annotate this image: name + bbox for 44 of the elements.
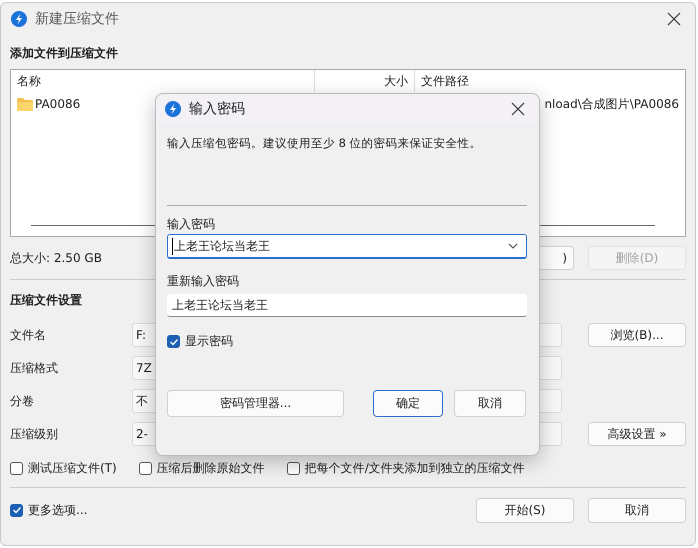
check-icon xyxy=(168,336,178,346)
file-name: PA0086 xyxy=(35,97,80,111)
file-path: nload\合成图片\PA0086 xyxy=(544,96,679,112)
field-label: 输入密码 xyxy=(167,216,215,233)
column-header[interactable]: 大小 xyxy=(315,70,415,92)
dialog-title: 输入密码 xyxy=(189,100,246,118)
footer-button[interactable]: 开始(S) xyxy=(476,498,574,522)
setting-button[interactable]: 浏览(B)... xyxy=(588,323,686,347)
footer-button[interactable]: 取消 xyxy=(588,498,686,522)
setting-label: 文件名 xyxy=(10,326,47,344)
total-size: 总大小: 2.50 GB xyxy=(10,250,103,266)
password-combobox[interactable]: 上老王论坛当老王 xyxy=(167,234,527,259)
checkbox-label: 把每个文件/文件夹添加到独立的压缩文件 xyxy=(304,460,525,476)
folder-icon xyxy=(17,98,33,110)
dialog-button[interactable]: 确定 xyxy=(373,390,443,417)
app-icon xyxy=(165,101,181,117)
checkbox-label: 测试压缩文件(T) xyxy=(28,460,117,476)
checkbox[interactable] xyxy=(10,462,23,474)
close-icon xyxy=(511,102,525,116)
checkbox[interactable] xyxy=(167,335,180,348)
field-label: 重新输入密码 xyxy=(167,273,239,290)
setting-label: 压缩级别 xyxy=(10,426,59,442)
setting-label: 分卷 xyxy=(10,392,35,410)
password-field[interactable]: 上老王论坛当老王 xyxy=(167,294,527,317)
dialog-description: 输入压缩包密码。建议使用至少 8 位的密码来保证安全性。 xyxy=(167,136,482,152)
app-icon xyxy=(11,11,27,27)
checkbox[interactable] xyxy=(10,504,23,516)
chevron-down-icon xyxy=(508,243,518,249)
window-title: 新建压缩文件 xyxy=(35,10,120,28)
checkbox[interactable] xyxy=(286,462,300,474)
section-heading: 压缩文件设置 xyxy=(10,292,82,309)
check-icon xyxy=(12,505,22,515)
setting-button[interactable]: 高级设置 » xyxy=(588,422,686,446)
checkbox[interactable] xyxy=(138,462,152,474)
checkbox-label: 压缩后删除原始文件 xyxy=(156,460,265,476)
setting-label: 压缩格式 xyxy=(10,360,59,376)
column-header[interactable]: 文件路径 xyxy=(415,70,685,92)
column-header[interactable]: 名称 xyxy=(11,70,315,92)
close-icon xyxy=(667,12,681,26)
section-heading: 添加文件到压缩文件 xyxy=(10,45,118,62)
dialog-button[interactable]: 密码管理器... xyxy=(167,390,344,417)
dialog-button[interactable]: 取消 xyxy=(454,390,526,417)
checkbox-label: 更多选项... xyxy=(28,502,88,518)
checkbox-label: 显示密码 xyxy=(185,333,233,350)
